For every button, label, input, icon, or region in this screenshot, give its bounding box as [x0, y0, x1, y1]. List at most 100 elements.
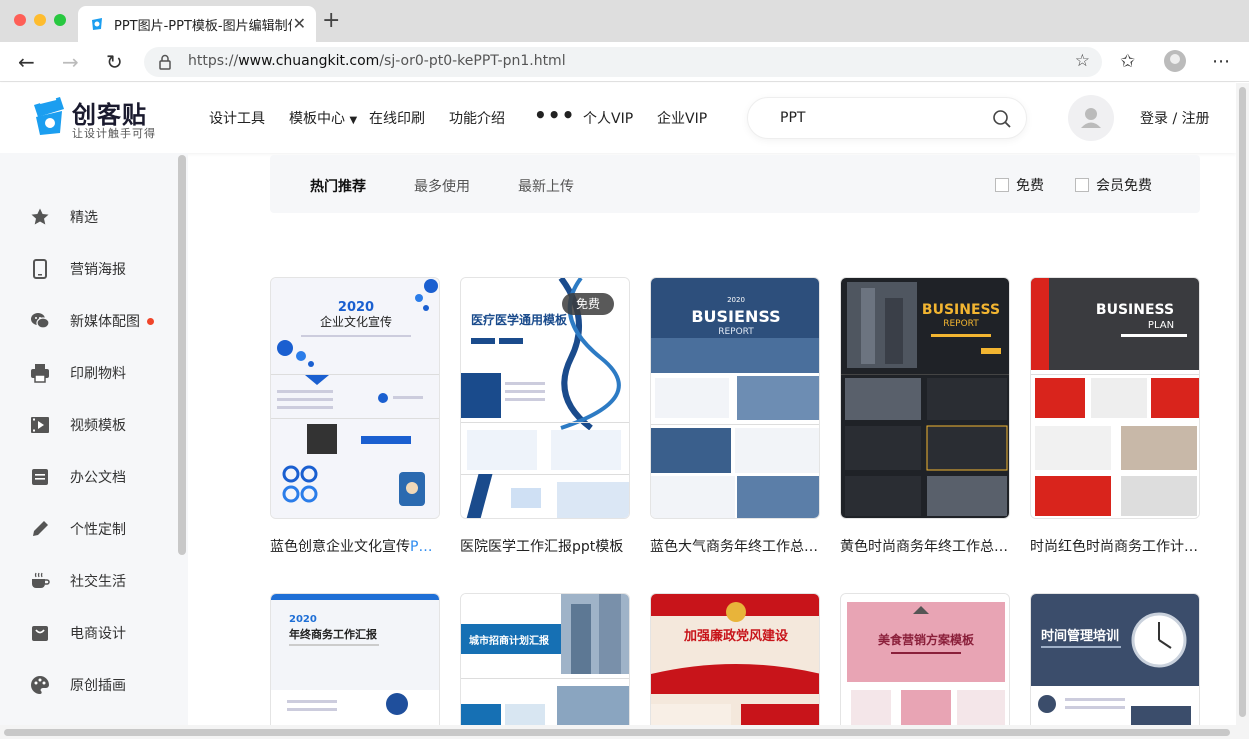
card-heading: BUSINESS [1096, 302, 1174, 318]
sidebar-item-marketing-poster[interactable]: 营销海报 [30, 254, 180, 284]
template-thumbnail: 2020 年终商务工作汇报 [271, 594, 439, 732]
template-thumbnail: 2020 BUSIENSS REPORT [651, 278, 819, 518]
profile-avatar[interactable] [1164, 50, 1186, 72]
nav-online-print[interactable]: 在线印刷 [369, 108, 425, 128]
card-title-highlight: P… [410, 539, 433, 555]
card-title[interactable]: 医院医学工作汇报ppt模板 [460, 536, 632, 556]
close-tab-icon[interactable]: ✕ [293, 14, 306, 33]
nav-personal-vip[interactable]: 个人VIP [583, 108, 633, 128]
sidebar-item-print-material[interactable]: 印刷物料 [30, 358, 180, 388]
minimize-window-button[interactable] [34, 14, 46, 26]
sidebar-item-office-docs[interactable]: 办公文档 [30, 462, 180, 492]
card-heading: 时间管理培训 [1041, 628, 1119, 644]
template-card[interactable]: 城市招商计划汇报 [460, 593, 630, 733]
pencil-icon [33, 521, 48, 536]
member-free-checkbox-label: 会员免费 [1096, 178, 1152, 194]
card-title[interactable]: 蓝色大气商务年终工作总… [650, 536, 822, 556]
checkbox-box [1075, 178, 1089, 192]
user-avatar[interactable] [1068, 95, 1114, 141]
filter-bar: 热门推荐 最多使用 最新上传 免费 会员免费 [270, 155, 1200, 213]
template-card[interactable]: 2020 BUSIENSS REPORT [650, 277, 820, 519]
nav-design-tools[interactable]: 设计工具 [209, 108, 265, 128]
site-header: 创客贴 让设计触手可得 设计工具 模板中心 ▼ 在线印刷 功能介绍 ••• 个人… [0, 83, 1236, 153]
login-register-link[interactable]: 登录 / 注册 [1140, 108, 1210, 128]
card-title[interactable]: 蓝色创意企业文化宣传P… [270, 536, 442, 556]
card-heading: 美食营销方案模板 [878, 632, 975, 647]
template-thumbnail: 美食营销方案模板 [841, 594, 1009, 732]
card-heading: 年终商务工作汇报 [289, 627, 378, 641]
sidebar-item-illustration[interactable]: 原创插画 [30, 670, 180, 700]
more-menu-icon[interactable]: ⋯ [1212, 51, 1230, 72]
template-card[interactable]: 医疗医学通用模板 免费 [460, 277, 630, 519]
document-icon [32, 469, 48, 485]
favorites-icon[interactable]: ✩ [1120, 51, 1135, 72]
sidebar-item-label: 原创插画 [70, 678, 126, 694]
bookmark-star-icon[interactable]: ☆ [1075, 51, 1090, 71]
template-card[interactable]: BUSINESS REPORT [840, 277, 1010, 519]
wechat-icon [31, 313, 50, 329]
sidebar-item-custom[interactable]: 个性定制 [30, 514, 180, 544]
template-card[interactable]: BUSINESS PLAN [1030, 277, 1200, 519]
scroll-thumb[interactable] [4, 729, 1230, 736]
sidebar-item-social[interactable]: 社交生活 [30, 566, 180, 596]
palette-icon [31, 676, 49, 694]
url-path: /sj-or0-pt0-kePPT-pn1.html [379, 53, 566, 69]
sidebar-item-label: 印刷物料 [70, 366, 126, 382]
page-vertical-scrollbar[interactable] [1236, 83, 1249, 725]
sidebar-item-label: 个性定制 [70, 522, 126, 538]
free-checkbox[interactable]: 免费 [995, 175, 1044, 195]
sidebar-item-ecommerce[interactable]: 电商设计 [30, 618, 180, 648]
maximize-window-button[interactable] [54, 14, 66, 26]
nav-template-center-label: 模板中心 [289, 111, 345, 127]
tab-title: PPT图片-PPT模板-图片编辑制作 [114, 19, 292, 34]
template-card[interactable]: 2020 年终商务工作汇报 [270, 593, 440, 733]
user-icon [1081, 108, 1101, 128]
free-badge: 免费 [562, 293, 614, 315]
template-card[interactable]: 时间管理培训 [1030, 593, 1200, 733]
sidebar-item-label: 营销海报 [70, 262, 126, 278]
template-thumbnail: 城市招商计划汇报 [461, 594, 629, 732]
new-tab-button[interactable]: + [322, 8, 340, 33]
sidebar-item-featured[interactable]: 精选 [30, 202, 180, 232]
printer-icon [31, 364, 49, 383]
sidebar-item-video-template[interactable]: 视频模板 [30, 410, 180, 440]
reload-icon[interactable]: ↻ [106, 50, 123, 74]
template-card[interactable]: 加强廉政党风建设 [650, 593, 820, 733]
search-icon[interactable] [992, 109, 1012, 129]
lock-icon [159, 54, 171, 70]
template-thumbnail: 时间管理培训 [1031, 594, 1199, 732]
search-input[interactable]: PPT [747, 97, 1027, 139]
template-card[interactable]: 2020 企业文化宣传 [270, 277, 440, 519]
url-text: https://www.chuangkit.com/sj-or0-pt0-keP… [188, 53, 566, 69]
nav-enterprise-vip[interactable]: 企业VIP [657, 108, 707, 128]
category-sidebar: 精选 营销海报 新媒体配图 印刷物料 视频模板 办公文档 个性定制 社交生活 电… [0, 153, 188, 725]
back-icon[interactable]: ← [18, 50, 35, 74]
sidebar-item-new-media[interactable]: 新媒体配图 [30, 306, 180, 336]
url-scheme: https:// [188, 53, 239, 69]
card-heading: BUSINESS [922, 302, 1000, 318]
template-thumbnail: 2020 企业文化宣传 [271, 278, 439, 518]
card-heading: 加强廉政党风建设 [683, 628, 789, 644]
card-title[interactable]: 时尚红色时尚商务工作计… [1030, 536, 1202, 556]
sidebar-item-label: 视频模板 [70, 418, 126, 434]
nav-features[interactable]: 功能介绍 [449, 108, 505, 128]
tab-hot[interactable]: 热门推荐 [310, 176, 366, 196]
browser-tab[interactable]: PPT图片-PPT模板-图片编辑制作 ✕ [78, 6, 316, 42]
sidebar-scrollbar[interactable] [178, 155, 186, 555]
template-card[interactable]: 美食营销方案模板 [840, 593, 1010, 733]
template-thumbnail: 加强廉政党风建设 [651, 594, 819, 732]
member-free-checkbox[interactable]: 会员免费 [1075, 175, 1152, 195]
caret-down-icon: ▼ [349, 115, 358, 126]
tab-newest[interactable]: 最新上传 [518, 176, 574, 196]
card-title[interactable]: 黄色时尚商务年终工作总… [840, 536, 1012, 556]
url-field[interactable]: https://www.chuangkit.com/sj-or0-pt0-keP… [144, 47, 1102, 77]
more-nav-icon[interactable]: ••• [534, 103, 575, 127]
free-checkbox-label: 免费 [1016, 178, 1044, 194]
close-window-button[interactable] [14, 14, 26, 26]
forward-icon[interactable]: → [62, 50, 79, 74]
logo-icon[interactable] [30, 95, 68, 137]
page-horizontal-scrollbar[interactable] [0, 725, 1249, 739]
scroll-thumb[interactable] [1239, 87, 1246, 717]
tab-most-used[interactable]: 最多使用 [414, 176, 470, 196]
nav-template-center[interactable]: 模板中心 ▼ [289, 108, 357, 128]
